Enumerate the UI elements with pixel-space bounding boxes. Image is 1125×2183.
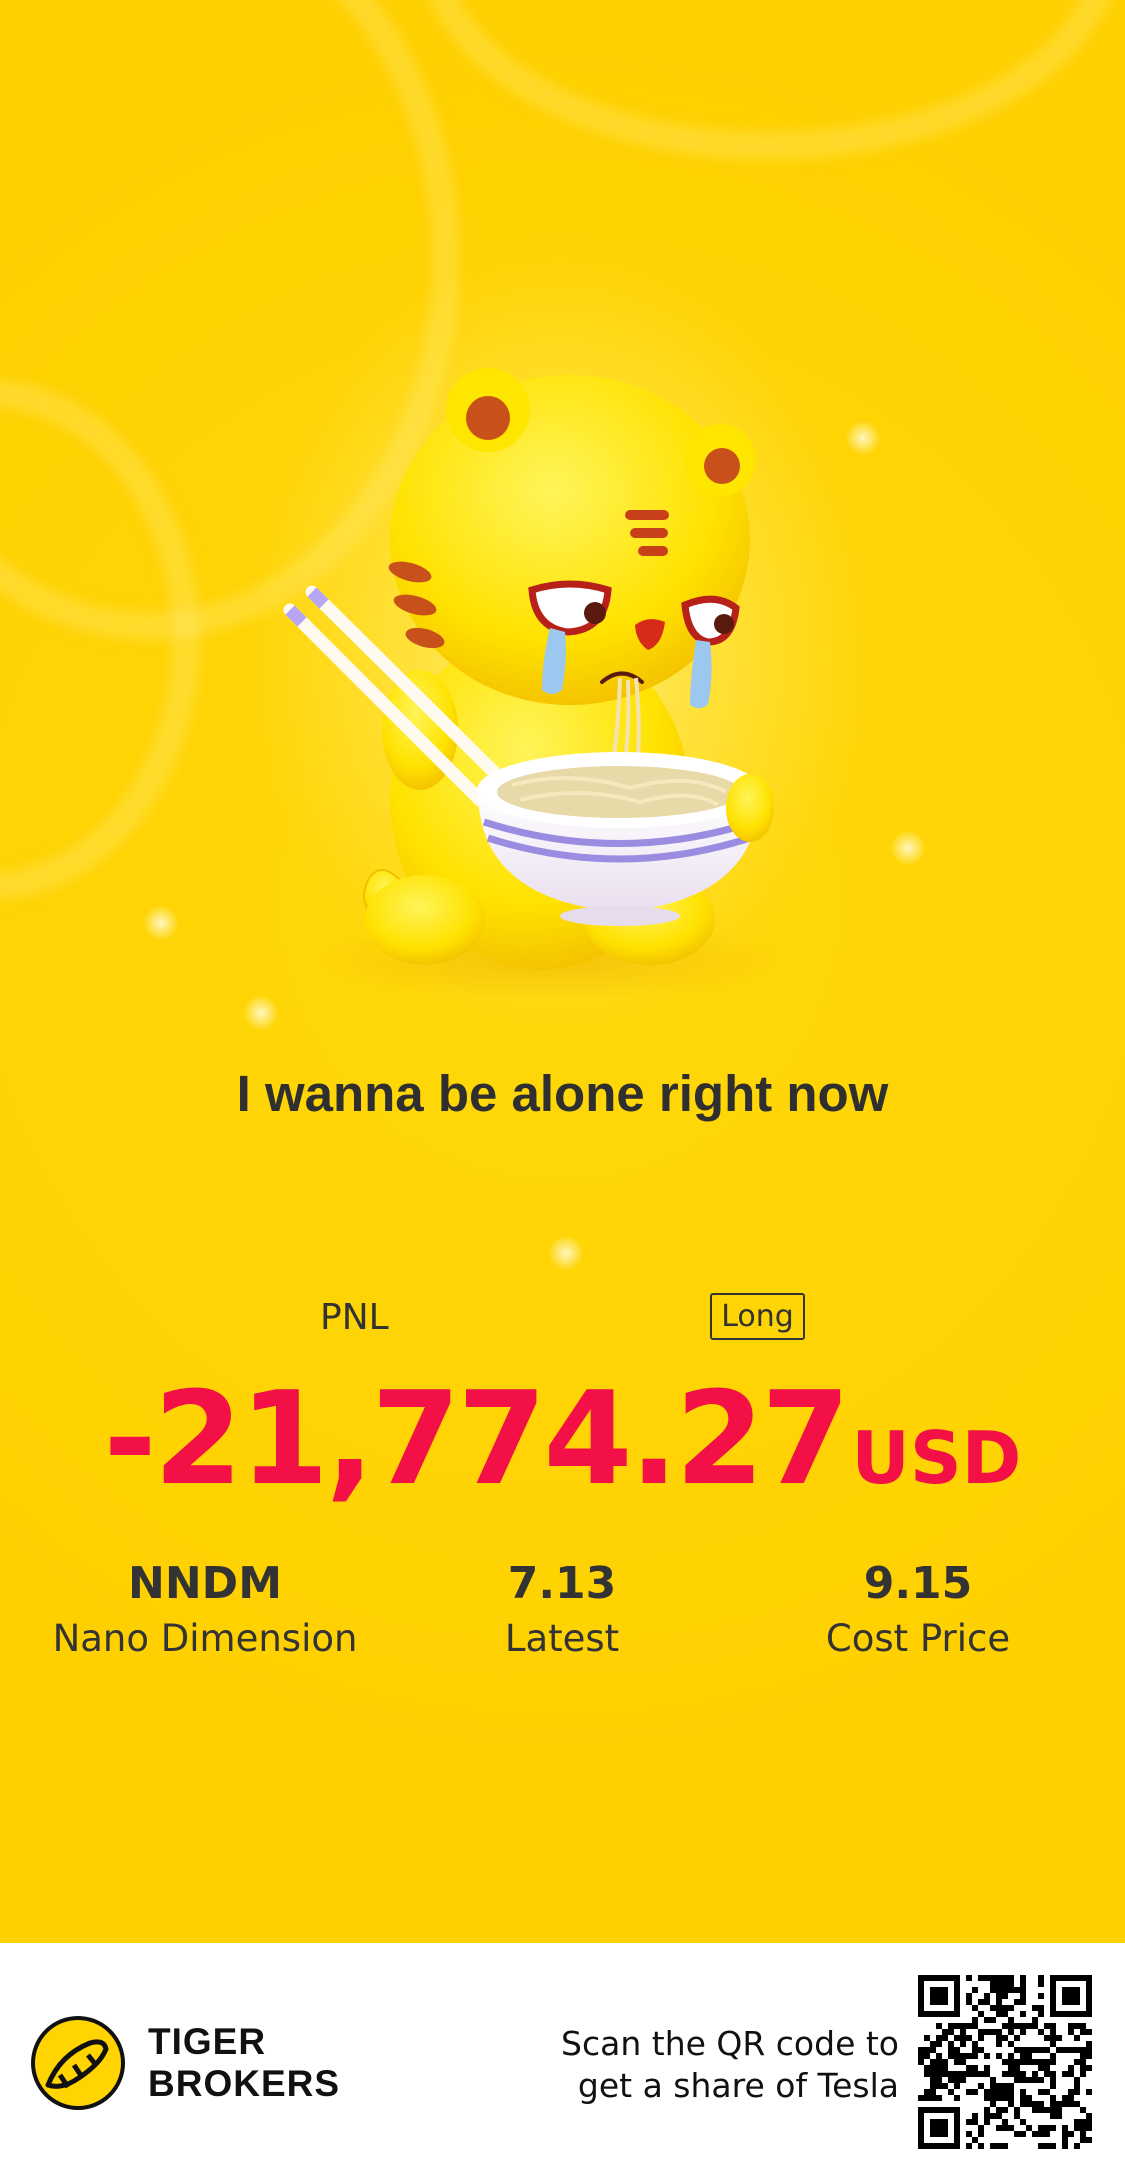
stat-symbol: NNDM Nano Dimension [5, 1558, 405, 1664]
sparkle [143, 905, 179, 941]
tiger-brokers-logo-icon [31, 2016, 125, 2110]
stock-name: Nano Dimension [52, 1617, 358, 1660]
sparkle [845, 420, 881, 456]
brand-name: TIGER BROKERS [148, 2021, 340, 2105]
stat-cost-price: 9.15 Cost Price [718, 1558, 1118, 1664]
headline: I wanna be alone right now [236, 1065, 889, 1122]
latest-price-value: 7.13 [507, 1558, 617, 1609]
pnl-value: -21,774.27USD [0, 1365, 1125, 1514]
qr-code-icon[interactable] [918, 1975, 1092, 2149]
stat-latest: 7.13 Latest [362, 1558, 762, 1664]
latest-price-label: Latest [504, 1617, 620, 1660]
pnl-currency: USD [851, 1416, 1022, 1500]
share-card: I wanna be alone right now PNL Long -21,… [0, 0, 1125, 1943]
cost-price-label: Cost Price [825, 1617, 1011, 1660]
cost-price-value: 9.15 [863, 1558, 973, 1609]
scan-instructions: Scan the QR code to get a share of Tesla [561, 2023, 899, 2107]
scan-line-1: Scan the QR code to [561, 2024, 899, 2063]
position-side-badge: Long [710, 1293, 805, 1340]
stock-ticker: NNDM [128, 1558, 282, 1609]
sparkle [548, 1235, 584, 1271]
brand-line-1: TIGER [148, 2021, 267, 2062]
footer: TIGER BROKERS Scan the QR code to get a … [0, 1943, 1125, 2183]
mascot-illustration [250, 360, 850, 1000]
scan-line-2: get a share of Tesla [577, 2066, 899, 2105]
pnl-amount: -21,774.27 [103, 1365, 851, 1514]
sparkle [890, 830, 926, 866]
sparkle [243, 995, 279, 1031]
pnl-label: PNL [320, 1297, 389, 1338]
brand-line-2: BROKERS [148, 2063, 341, 2104]
crying-tiger-icon [283, 368, 780, 1000]
background-swirl [420, 0, 1120, 160]
